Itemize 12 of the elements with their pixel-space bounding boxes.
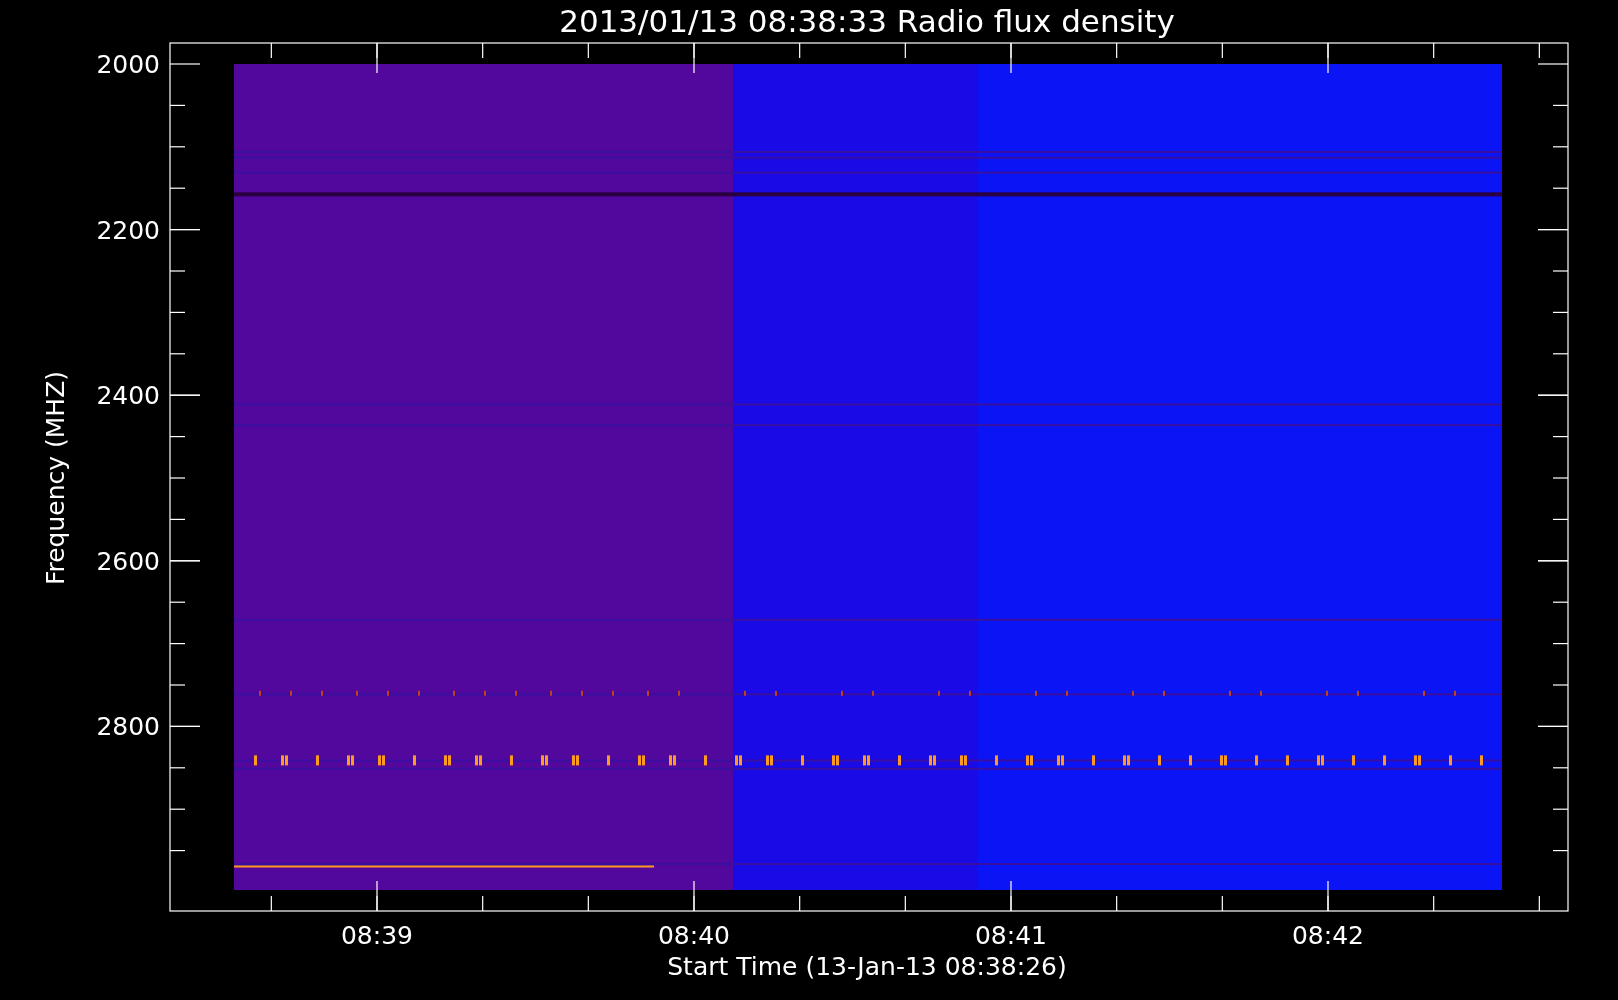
chart-title: 2013/01/13 08:38:33 Radio flux density [559,3,1175,39]
y-tick-label: 2800 [96,712,160,742]
y-tick-label: 2400 [96,381,160,411]
y-tick-label: 2600 [96,546,160,576]
x-tick-label: 08:42 [1292,921,1364,950]
x-axis-label: Start Time (13-Jan-13 08:38:26) [667,952,1067,981]
x-tick-label: 08:39 [341,921,413,950]
y-tick-label: 2200 [96,215,160,245]
y-tick-label: 2000 [96,50,160,79]
y-axis-label: Frequency (MHZ) [41,370,70,586]
x-tick-label: 08:41 [975,921,1047,950]
x-tick-label: 08:40 [658,921,730,950]
